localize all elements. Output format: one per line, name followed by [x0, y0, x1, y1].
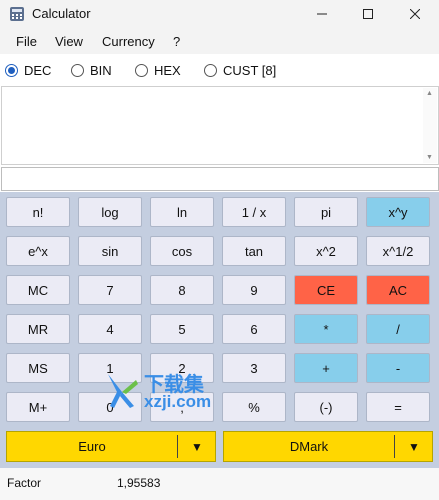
currency-from-select[interactable]: Euro ▼: [6, 431, 216, 462]
key-factorial[interactable]: n!: [6, 197, 70, 227]
key-reciprocal[interactable]: 1 / x: [222, 197, 286, 227]
key-equals[interactable]: =: [366, 392, 430, 422]
key-ce[interactable]: CE: [294, 275, 358, 305]
currency-to-select[interactable]: DMark ▼: [223, 431, 433, 462]
radio-dec-dot[interactable]: [5, 64, 18, 77]
key-negate[interactable]: (-): [294, 392, 358, 422]
radio-cust[interactable]: CUST [8]: [204, 63, 276, 78]
key-multiply[interactable]: *: [294, 314, 358, 344]
scroll-up-icon[interactable]: ▲: [426, 90, 433, 97]
key-4[interactable]: 4: [78, 314, 142, 344]
key-pi[interactable]: pi: [294, 197, 358, 227]
minimize-icon: [317, 13, 327, 15]
watermark-logo-icon: [108, 374, 138, 408]
chevron-down-icon[interactable]: ▼: [395, 432, 433, 461]
key-ac[interactable]: AC: [366, 275, 430, 305]
key-ms[interactable]: MS: [6, 353, 70, 383]
watermark-url: xzji.com: [144, 392, 212, 411]
key-7[interactable]: 7: [78, 275, 142, 305]
close-button[interactable]: [392, 0, 438, 28]
radio-hex-label: HEX: [154, 63, 181, 78]
factor-value: 1,95583: [117, 476, 161, 490]
menu-bar: File View Currency ?: [0, 28, 439, 54]
key-6[interactable]: 6: [222, 314, 286, 344]
key-square[interactable]: x^2: [294, 236, 358, 266]
menu-view[interactable]: View: [55, 34, 83, 49]
currency-to-label: DMark: [289, 439, 329, 454]
key-mc[interactable]: MC: [6, 275, 70, 305]
key-sin[interactable]: sin: [78, 236, 142, 266]
key-mr[interactable]: MR: [6, 314, 70, 344]
menu-currency[interactable]: Currency: [102, 34, 155, 49]
key-log[interactable]: log: [78, 197, 142, 227]
key-ln[interactable]: ln: [150, 197, 214, 227]
radio-bin-label: BIN: [90, 63, 112, 78]
key-5[interactable]: 5: [150, 314, 214, 344]
key-9[interactable]: 9: [222, 275, 286, 305]
entry-field[interactable]: [1, 167, 439, 191]
radio-dec[interactable]: DEC: [5, 63, 51, 78]
key-sqrt[interactable]: x^1/2: [366, 236, 430, 266]
currency-from-label: Euro: [78, 439, 106, 454]
key-power[interactable]: x^y: [366, 197, 430, 227]
key-divide[interactable]: /: [366, 314, 430, 344]
number-base-selector: DEC BIN HEX CUST [8]: [0, 58, 439, 84]
radio-hex[interactable]: HEX: [135, 63, 181, 78]
scroll-down-icon[interactable]: ▼: [426, 154, 433, 161]
maximize-button[interactable]: [345, 0, 391, 28]
window-title: Calculator: [32, 6, 91, 21]
keypad: n! log ln 1 / x pi x^y e^x sin cos tan x…: [0, 192, 439, 468]
key-exp[interactable]: e^x: [6, 236, 70, 266]
key-plus[interactable]: +: [294, 353, 358, 383]
key-tan[interactable]: tan: [222, 236, 286, 266]
key-cos[interactable]: cos: [150, 236, 214, 266]
menu-help[interactable]: ?: [173, 34, 180, 49]
key-8[interactable]: 8: [150, 275, 214, 305]
close-icon: [410, 9, 420, 19]
radio-cust-dot[interactable]: [204, 64, 217, 77]
key-mplus[interactable]: M+: [6, 392, 70, 422]
calculator-app-icon: [10, 7, 24, 21]
minimize-button[interactable]: [299, 0, 345, 28]
title-bar: Calculator: [0, 0, 439, 28]
watermark: 下载集 xzji.com: [104, 366, 254, 418]
chevron-down-icon[interactable]: ▼: [178, 432, 216, 461]
maximize-icon: [363, 9, 373, 19]
radio-hex-dot[interactable]: [135, 64, 148, 77]
factor-label: Factor: [7, 476, 42, 490]
radio-bin[interactable]: BIN: [71, 63, 112, 78]
key-minus[interactable]: -: [366, 353, 430, 383]
radio-bin-dot[interactable]: [71, 64, 84, 77]
radio-dec-label: DEC: [24, 63, 52, 78]
vertical-scrollbar[interactable]: ▲ ▼: [423, 88, 437, 163]
history-display[interactable]: ▲ ▼: [1, 86, 439, 165]
radio-cust-label: CUST [8]: [223, 63, 277, 78]
menu-file[interactable]: File: [16, 34, 37, 49]
status-bar: Factor 1,95583: [0, 468, 439, 500]
